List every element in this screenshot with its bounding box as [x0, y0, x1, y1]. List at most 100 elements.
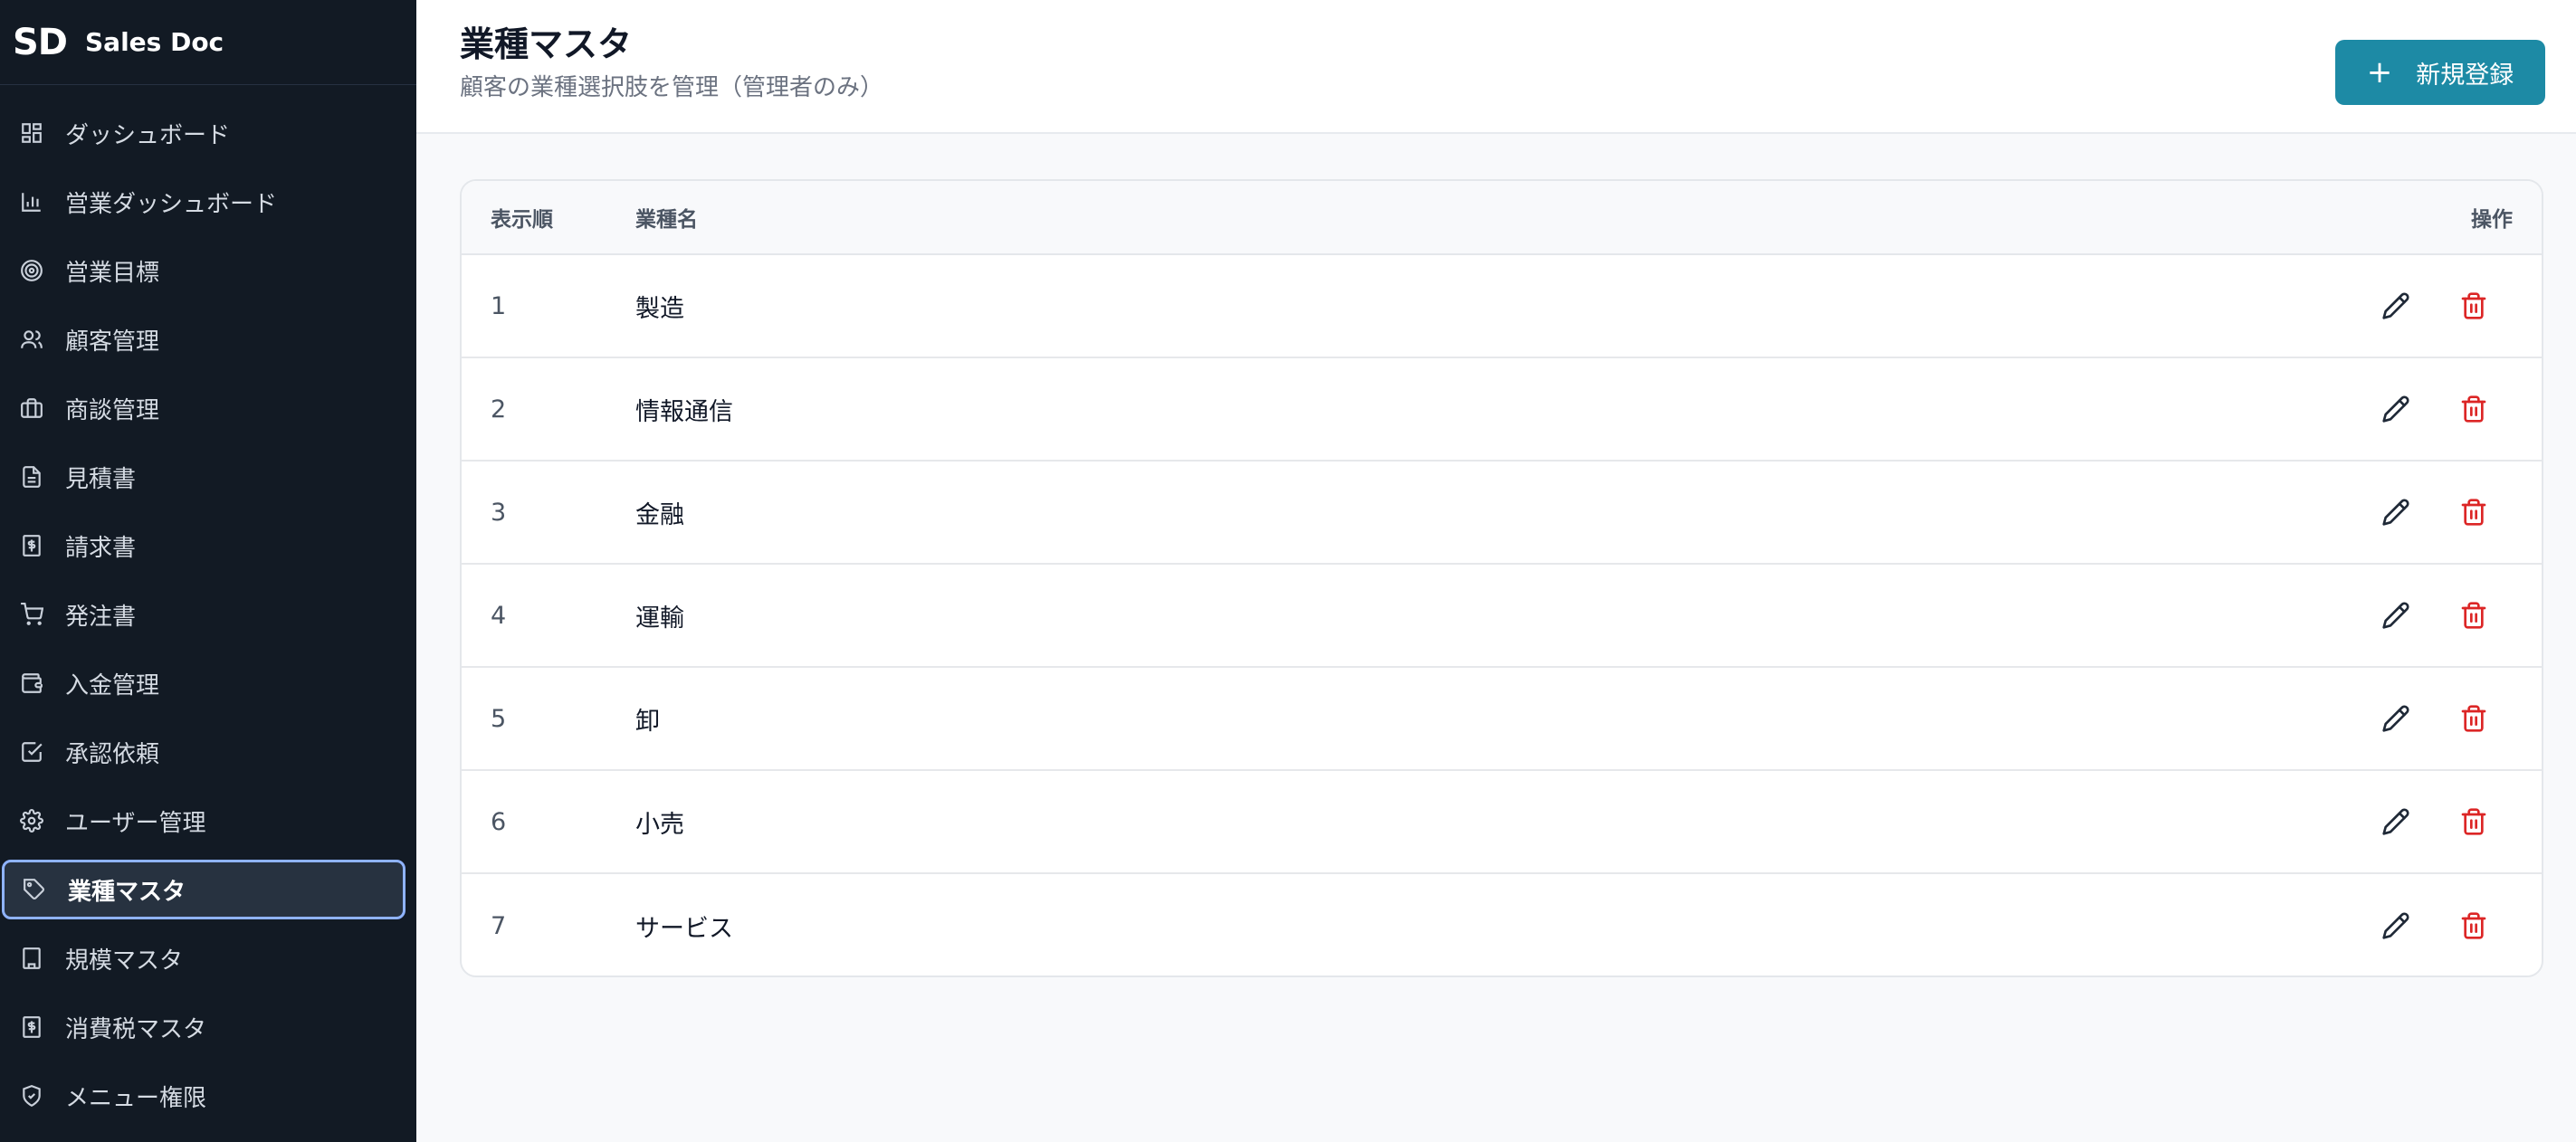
- industry-table: 表示順 業種名 操作 1 製造 2 情報通信 3 金融 4 運輸 5 卸 6 小売 7 サービス: [460, 179, 2543, 977]
- row-industry-name: 小売: [635, 810, 684, 839]
- table-header: 表示順 業種名 操作: [462, 181, 2542, 255]
- sidebar-item-quotes[interactable]: 見積書: [0, 447, 405, 507]
- plus-icon: +: [2366, 54, 2393, 90]
- edit-icon[interactable]: [2380, 703, 2411, 734]
- sidebar-item-deals[interactable]: 商談管理: [0, 378, 405, 438]
- row-order: 2: [491, 395, 507, 423]
- row-actions: [2379, 394, 2542, 424]
- sidebar-item-label: 業種マスタ: [68, 878, 186, 906]
- table-row: 1 製造: [462, 255, 2542, 358]
- trash-icon[interactable]: [2458, 394, 2489, 424]
- shield-icon: [18, 1082, 45, 1109]
- sidebar-item-label: 発注書: [65, 603, 137, 631]
- page-subtitle: 顧客の業種選択肢を管理（管理者のみ）: [460, 74, 884, 101]
- trash-icon[interactable]: [2458, 290, 2489, 321]
- table-row: 6 小売: [462, 771, 2542, 874]
- page-title: 業種マスタ: [460, 24, 633, 64]
- sidebar-item-sales-goals[interactable]: 営業目標: [0, 241, 405, 300]
- column-header-name: 業種名: [635, 208, 698, 232]
- target-icon: [18, 257, 45, 284]
- receipt-icon: [18, 532, 45, 559]
- row-order: 6: [491, 807, 507, 836]
- sidebar-item-tax-master[interactable]: 消費税マスタ: [0, 997, 405, 1057]
- trash-icon[interactable]: [2458, 806, 2489, 837]
- file-text-icon: [18, 463, 45, 490]
- main-content: 業種マスタ 顧客の業種選択肢を管理（管理者のみ） + 新規登録 表示順 業種名 …: [416, 0, 2576, 1142]
- row-actions: [2379, 600, 2542, 631]
- grid-icon: [18, 119, 45, 147]
- sidebar-item-label: 承認依頼: [65, 740, 160, 768]
- check-square-icon: [18, 738, 45, 766]
- row-industry-name: 卸: [635, 707, 660, 736]
- sidebar-item-sales-dashboard[interactable]: 営業ダッシュボード: [0, 172, 405, 232]
- bar-chart-icon: [18, 188, 45, 215]
- table-row: 2 情報通信: [462, 358, 2542, 462]
- row-order: 4: [491, 601, 507, 630]
- trash-icon[interactable]: [2458, 600, 2489, 631]
- column-header-order: 表示順: [491, 208, 553, 232]
- row-industry-name: サービス: [635, 914, 733, 943]
- sidebar-item-users[interactable]: ユーザー管理: [0, 791, 405, 851]
- row-industry-name: 製造: [635, 294, 684, 323]
- gear-icon: [18, 807, 45, 834]
- table-row: 7 サービス: [462, 874, 2542, 975]
- table-row: 3 金融: [462, 462, 2542, 565]
- wallet-icon: [18, 670, 45, 697]
- row-actions: [2379, 703, 2542, 734]
- row-order: 1: [491, 291, 507, 320]
- sidebar-item-label: 規模マスタ: [65, 947, 184, 975]
- sidebar: SD Sales Doc ダッシュボード営業ダッシュボード 営業目標顧客管理商談管…: [0, 0, 416, 1142]
- brand-name: Sales Doc: [85, 27, 224, 57]
- edit-icon[interactable]: [2380, 806, 2411, 837]
- sidebar-item-label: メニュー権限: [65, 1084, 207, 1112]
- page-header: 業種マスタ 顧客の業種選択肢を管理（管理者のみ） + 新規登録: [416, 0, 2576, 134]
- briefcase-icon: [18, 395, 45, 422]
- edit-icon[interactable]: [2380, 497, 2411, 528]
- row-actions: [2379, 497, 2542, 528]
- trash-icon[interactable]: [2458, 703, 2489, 734]
- row-industry-name: 運輸: [635, 604, 684, 633]
- sidebar-item-label: 入金管理: [65, 671, 160, 699]
- row-order: 5: [491, 704, 507, 733]
- sidebar-item-dashboard[interactable]: ダッシュボード: [0, 103, 405, 163]
- sidebar-item-label: 顧客管理: [65, 328, 160, 356]
- table-body: 1 製造 2 情報通信 3 金融 4 運輸 5 卸 6 小売 7 サービス: [462, 255, 2542, 975]
- sidebar-item-label: 請求書: [65, 534, 137, 562]
- brand-logo: SD: [13, 21, 68, 63]
- sidebar-item-payments[interactable]: 入金管理: [0, 653, 405, 713]
- sidebar-item-label: ユーザー管理: [65, 809, 206, 837]
- edit-icon[interactable]: [2380, 290, 2411, 321]
- sidebar-item-label: 消費税マスタ: [65, 1015, 207, 1043]
- trash-icon[interactable]: [2458, 910, 2489, 941]
- row-order: 7: [491, 911, 507, 940]
- sidebar-item-industry-master[interactable]: 業種マスタ: [2, 860, 405, 919]
- receipt-icon: [18, 1014, 45, 1041]
- cart-icon: [18, 601, 45, 628]
- sidebar-item-label: 見積書: [65, 465, 137, 493]
- sidebar-item-scale-master[interactable]: 規模マスタ: [0, 928, 405, 988]
- row-industry-name: 金融: [635, 500, 684, 529]
- sidebar-item-customers[interactable]: 顧客管理: [0, 309, 405, 369]
- column-header-ops: 操作: [2471, 208, 2513, 232]
- edit-icon[interactable]: [2380, 394, 2411, 424]
- row-industry-name: 情報通信: [635, 397, 733, 426]
- sidebar-item-label: ダッシュボード: [65, 121, 231, 149]
- building-icon: [18, 945, 45, 972]
- sidebar-item-invoices[interactable]: 請求書: [0, 516, 405, 576]
- sidebar-item-label: 営業ダッシュボード: [65, 190, 278, 218]
- row-actions: [2379, 806, 2542, 837]
- new-register-label: 新規登録: [2416, 61, 2514, 90]
- sidebar-item-approvals[interactable]: 承認依頼: [0, 722, 405, 782]
- sidebar-item-menu-permissions[interactable]: メニュー権限: [0, 1066, 405, 1126]
- row-actions: [2379, 290, 2542, 321]
- sidebar-item-label: 営業目標: [65, 259, 160, 287]
- sidebar-nav: ダッシュボード営業ダッシュボード 営業目標顧客管理商談管理見積書請求書発注書入金管…: [0, 85, 416, 1126]
- trash-icon[interactable]: [2458, 497, 2489, 528]
- brand[interactable]: SD Sales Doc: [0, 0, 416, 85]
- new-register-button[interactable]: + 新規登録: [2335, 40, 2545, 105]
- row-order: 3: [491, 498, 507, 527]
- edit-icon[interactable]: [2380, 600, 2411, 631]
- edit-icon[interactable]: [2380, 910, 2411, 941]
- sidebar-item-purchase-orders[interactable]: 発注書: [0, 585, 405, 644]
- tag-icon: [21, 876, 48, 903]
